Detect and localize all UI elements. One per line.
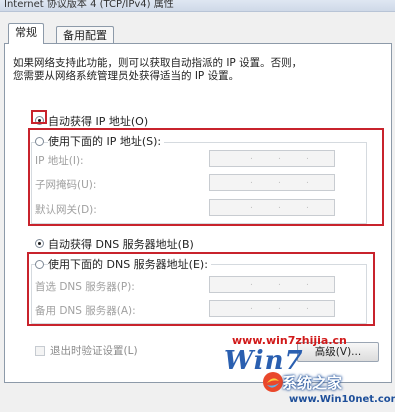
validate-on-exit-checkbox[interactable]	[35, 346, 45, 356]
obtain-dns-auto-label[interactable]: 自动获得 DNS 服务器地址(B)	[48, 236, 194, 252]
tab-general-label: 常规	[15, 26, 37, 39]
description-line-1: 如果网络支持此功能，则可以获取自动指派的 IP 设置。否则，	[13, 57, 303, 69]
brand-logo-icon	[263, 372, 283, 392]
advanced-button-label: 高级(V)...	[314, 346, 362, 358]
window-titlebar: Internet 协议版本 4 (TCP/IPv4) 属性	[0, 0, 395, 12]
tab-alternate-label: 备用配置	[63, 29, 107, 42]
window-title: Internet 协议版本 4 (TCP/IPv4) 属性	[4, 0, 174, 10]
highlight-auto-ip-radio	[31, 110, 47, 124]
obtain-ip-auto-label[interactable]: 自动获得 IP 地址(O)	[48, 113, 148, 129]
highlight-manual-dns-section	[27, 252, 375, 326]
brand-url: www.Win10net.com	[289, 394, 395, 405]
description-text: 如果网络支持此功能，则可以获取自动指派的 IP 设置。否则， 您需要从网络系统管…	[13, 57, 302, 83]
tab-general[interactable]: 常规	[8, 23, 44, 44]
obtain-dns-auto-radio[interactable]	[35, 239, 44, 248]
brand-name: 系统之家	[282, 374, 343, 392]
highlight-manual-ip-section	[28, 128, 384, 226]
tab-alternate-configuration[interactable]: 备用配置	[56, 26, 114, 43]
description-line-2: 您需要从网络系统管理员处获得适当的 IP 设置。	[13, 70, 240, 82]
validate-on-exit-label[interactable]: 退出时验证设置(L)	[50, 343, 138, 358]
